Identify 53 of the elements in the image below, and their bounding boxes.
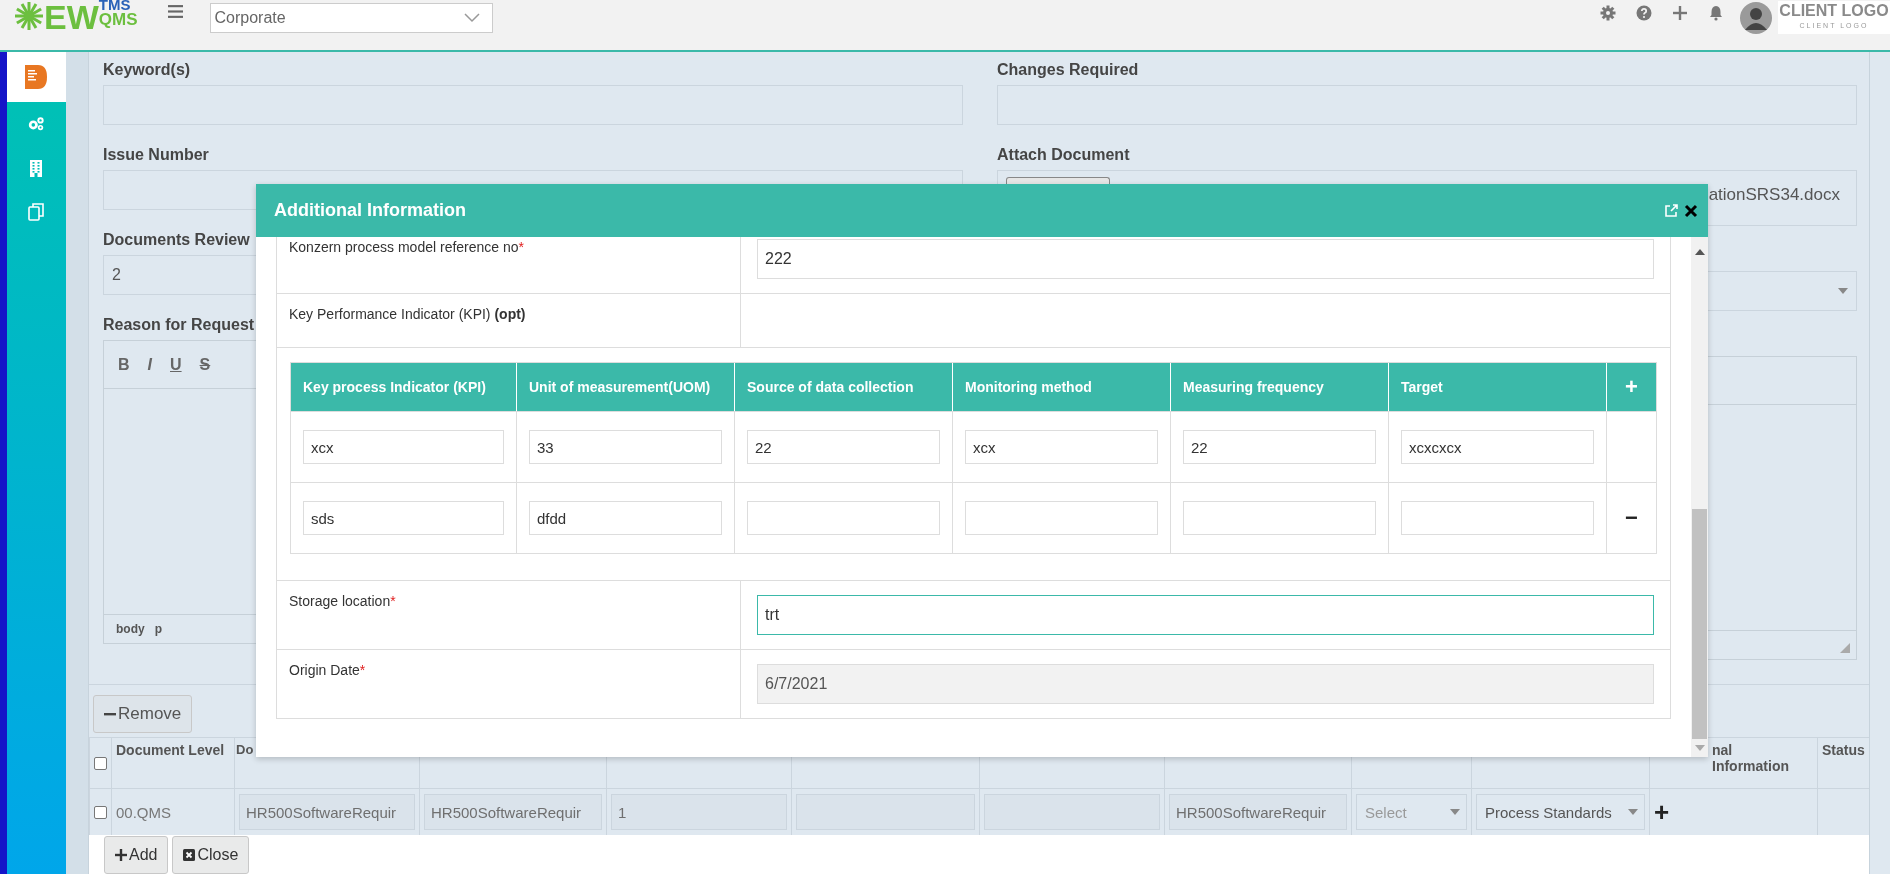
input-field[interactable]: 1 <box>611 794 787 830</box>
element-path[interactable]: p <box>154 622 162 636</box>
logo-text: TMS <box>98 0 132 12</box>
input-field[interactable]: 222 <box>757 239 1654 279</box>
column-header: Status <box>1822 742 1865 758</box>
input-field[interactable]: trt <box>757 595 1654 635</box>
field-label: Changes Required <box>997 61 1139 78</box>
dialog-title: Additional Information <box>274 200 467 221</box>
input-field[interactable]: HR500SoftwareRequir <box>1169 794 1347 830</box>
add-button[interactable]: Add <box>104 835 169 874</box>
input-field[interactable]: xcxcxcx <box>1401 430 1594 464</box>
field-label: Reason for Request <box>103 316 255 333</box>
toolbar-button[interactable]: S <box>199 355 211 374</box>
field-label: Attach Document <box>997 146 1130 163</box>
element-path[interactable]: body <box>116 622 145 636</box>
field-label: Documents Review <box>103 231 250 248</box>
close-button[interactable]: Close <box>172 835 250 874</box>
input-field[interactable]: 22 <box>747 430 940 464</box>
field-label: Konzern process model reference no* <box>289 239 525 255</box>
input-field[interactable]: HR500SoftwareRequir <box>239 794 415 830</box>
field-label: Keyword(s) <box>103 61 191 78</box>
input-field[interactable]: xcx <box>303 430 504 464</box>
select-field[interactable]: Process Standards <box>1476 794 1645 830</box>
toolbar-button[interactable]: I <box>147 355 152 374</box>
input-field[interactable]: 22 <box>1183 430 1376 464</box>
input-field[interactable]: sds <box>303 501 504 535</box>
field-label: Key Performance Indicator (KPI) (opt) <box>289 306 526 322</box>
input-field[interactable]: 33 <box>529 430 722 464</box>
column-header: Measuring frequency <box>1171 363 1389 411</box>
table-cell: 00.QMS <box>116 803 172 821</box>
column-header: Monitoring method <box>953 363 1171 411</box>
input-field[interactable]: xcx <box>965 430 1158 464</box>
toolbar-button[interactable]: B <box>118 355 130 374</box>
remove-button[interactable]: Remove <box>93 695 193 733</box>
column-header: nal Information <box>1712 742 1790 774</box>
logo-text: EW <box>44 0 99 37</box>
remove-row-button[interactable]: − <box>1625 505 1638 531</box>
add-button[interactable]: + <box>1654 796 1670 828</box>
toolbar-button[interactable]: U <box>170 355 182 374</box>
field-label: Origin Date* <box>289 662 366 678</box>
column-header: Unit of measurement(UOM) <box>517 363 735 411</box>
site-select[interactable]: Corporate <box>209 3 493 33</box>
client-logo-text: CLIENT LOGO <box>1779 1 1889 21</box>
column-header: Target <box>1389 363 1607 411</box>
field-label: Issue Number <box>103 146 209 163</box>
column-header: Source of data collection <box>735 363 953 411</box>
column-header: Key process Indicator (KPI) <box>291 363 517 411</box>
column-header: Do <box>236 742 254 757</box>
column-header: Document Level <box>116 742 225 758</box>
field-label: Storage location* <box>289 593 396 609</box>
input-field[interactable]: dfdd <box>529 501 722 535</box>
logo-text: QMS <box>98 12 138 27</box>
input-field[interactable]: HR500SoftwareRequir <box>424 794 602 830</box>
